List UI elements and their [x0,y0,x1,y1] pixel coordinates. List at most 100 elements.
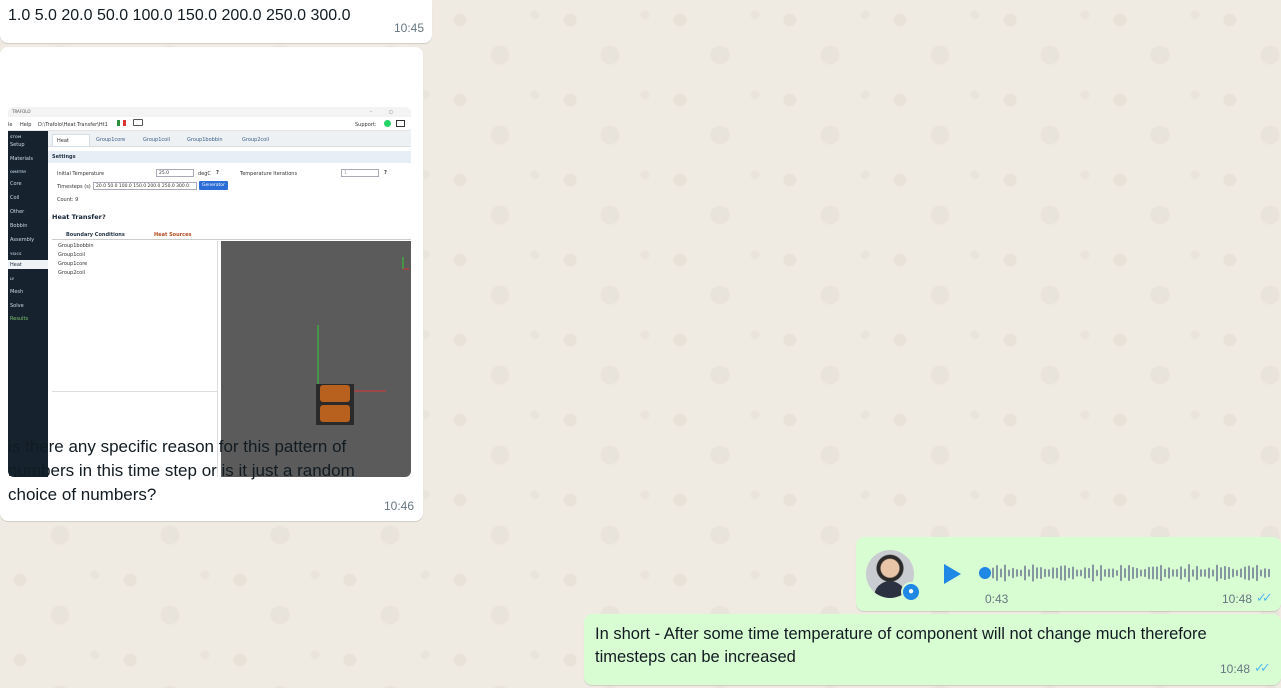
maximize-icon: □ [389,109,393,114]
waveform-bar [1048,569,1050,577]
waveform-bar [1076,569,1078,577]
waveform-bar [1172,569,1174,577]
waveform-bar [1044,568,1046,578]
sidebar-item[interactable]: Coil [10,195,19,201]
waveform-bar [1128,564,1130,582]
waveform-bar [1156,566,1158,580]
waveform-bar [1004,564,1006,582]
waveform-bar [1268,568,1270,578]
read-ticks-icon: ✓✓ [1256,590,1273,605]
waveform-bar [1140,569,1142,577]
waveform-bar [1204,569,1206,577]
help-icon[interactable]: ? [102,213,106,221]
read-ticks-icon: ✓✓ [1254,660,1271,675]
waveform-bar [1060,565,1062,581]
sidebar-section: OMETRY [10,170,27,174]
sidebar-item[interactable]: Setup [10,142,25,148]
waveform-bar [1240,568,1242,578]
menu-help: Help [20,122,32,128]
app-titlebar: TRAFOLO – □ [8,107,411,117]
waveform-bar [1212,569,1214,577]
waveform-bar [1000,568,1002,578]
tab-group1bobbin[interactable]: Group1bobbin [183,134,227,146]
sidebar-item[interactable]: Core [10,181,22,187]
waveform-bar [1112,568,1114,578]
tab-group2coil[interactable]: Group2coil [238,134,273,146]
sidebar-item[interactable]: Bobbin [10,223,27,229]
initial-temp-label: Initial Temperature [57,171,105,177]
iterations-select[interactable]: 1 [341,169,379,177]
flag-icon [117,120,126,126]
waveform-bar [1244,566,1246,580]
waveform-bar [1120,564,1122,582]
sidebar-item[interactable]: Assembly [10,237,34,243]
waveform-bar [1116,569,1118,577]
waveform-bar [1096,569,1098,577]
keyboard-icon [133,119,143,126]
tree-item[interactable]: Group1core [58,261,87,267]
waveform-bar [1236,569,1238,577]
tab-group1coil[interactable]: Group1coil [139,134,174,146]
tab-group1core[interactable]: Group1core [92,134,129,146]
waveform-bar [1228,566,1230,580]
count-label: Count: 9 [57,197,79,203]
message-text: is there any specific reason for this pa… [8,437,355,504]
help-icon[interactable]: ? [384,170,387,176]
waveform-bar [1252,567,1254,579]
message-bubble-outgoing[interactable]: In short - After some time temperature o… [584,614,1281,685]
waveform-bar [1208,567,1210,579]
attached-screenshot[interactable]: TRAFOLO – □ le Help D:\Trafolo\Heat Tran… [8,107,411,477]
waveform-bar [1080,569,1082,577]
sidebar-item[interactable]: Mesh [10,289,23,295]
sidebar-item[interactable]: Solve [10,303,24,309]
app-sidebar: STOM Setup Materials OMETRY Core Coil Ot… [8,131,48,477]
waveform-bar [1248,565,1250,581]
sidebar-item[interactable]: Materials [10,156,33,162]
waveform-bar [1144,568,1146,578]
tree-item[interactable]: Group1bobbin [58,243,94,249]
initial-temp-input[interactable]: 25.0 [156,169,194,177]
generator-button[interactable]: Generator [199,181,228,190]
waveform-bar [1020,569,1022,577]
tree-item[interactable]: Group2coil [58,270,85,276]
sidebar-item[interactable]: Other [10,209,24,215]
waveform-bar [996,564,998,582]
waveform-bar [1088,567,1090,579]
settings-header: Settings [48,151,411,163]
waveform-bar [1008,569,1010,577]
message-bubble-outgoing-voice[interactable]: ● 0:43 10:48 ✓✓ [856,537,1281,611]
waveform-bar [1136,567,1138,579]
sidebar-section: YSICS [10,252,22,256]
tab-heat-sources[interactable]: Heat Sources [150,229,195,240]
voice-duration: 0:43 [985,592,1009,606]
sidebar-section: LY [10,277,15,281]
whatsapp-icon [384,120,391,127]
timesteps-input[interactable]: 20.0 50.0 100.0 150.0 200.0 250.0 300.0 [93,182,197,190]
waveform-bar [1028,569,1030,577]
waveform-bar [1224,565,1226,581]
waveform-bar [1084,567,1086,579]
tab-boundary-conditions[interactable]: Boundary Conditions [62,229,129,240]
playback-position-dot[interactable] [979,567,991,579]
menu-file: le [8,122,13,128]
waveform-bar [1188,564,1190,582]
support-label: Support: [355,122,377,128]
message-bubble-incoming[interactable]: 1.0 5.0 20.0 50.0 100.0 150.0 200.0 250.… [0,0,432,43]
waveform-bar [1256,564,1258,582]
waveform-bar [1184,568,1186,578]
waveform-bar [1092,564,1094,582]
waveform-bar [1200,569,1202,577]
message-bubble-incoming-image[interactable]: TRAFOLO – □ le Help D:\Trafolo\Heat Tran… [0,47,423,521]
waveform-bar [1068,567,1070,579]
waveform-bar [1016,569,1018,577]
sidebar-item[interactable]: Results [10,316,28,322]
waveform-bar [1100,565,1102,581]
tab-heat[interactable]: Heat [52,134,90,146]
help-icon[interactable]: ? [216,170,219,176]
sidebar-item-heat[interactable]: Heat [10,262,22,268]
waveform[interactable] [992,560,1272,586]
waveform-bar [1196,565,1198,581]
play-icon[interactable] [944,564,961,584]
waveform-bar [1012,567,1014,579]
tree-item[interactable]: Group1coil [58,252,85,258]
